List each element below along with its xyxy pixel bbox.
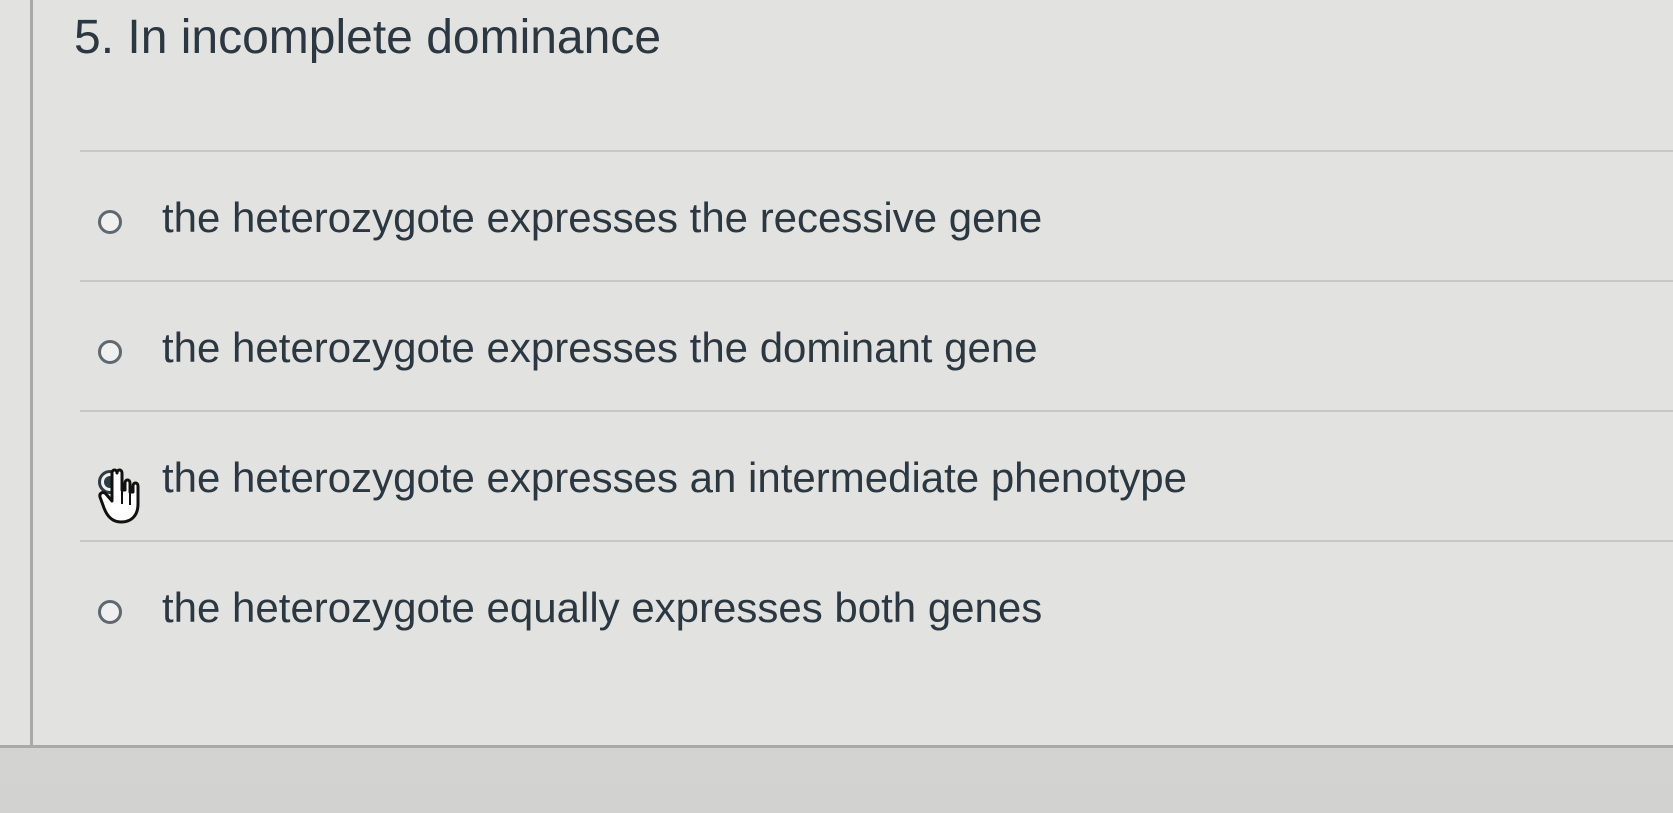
answer-label: the heterozygote equally expresses both … <box>162 584 1043 631</box>
question-card: 5. In incomplete dominance the heterozyg… <box>0 0 1673 748</box>
answer-label: the heterozygote expresses the dominant … <box>162 324 1038 371</box>
answer-option-recessive[interactable]: the heterozygote expresses the recessive… <box>80 150 1673 280</box>
radio-button-icon[interactable] <box>98 340 122 364</box>
answer-option-intermediate[interactable]: the heterozygote expresses an intermedia… <box>80 410 1673 540</box>
answer-option-dominant[interactable]: the heterozygote expresses the dominant … <box>80 280 1673 410</box>
question-left-border <box>30 0 33 748</box>
hand-pointer-icon <box>98 468 140 524</box>
radio-button-icon[interactable] <box>98 210 122 234</box>
radio-button-icon[interactable] <box>98 600 122 624</box>
question-title: 5. In incomplete dominance <box>74 11 662 64</box>
answer-label: the heterozygote expresses an intermedia… <box>162 454 1188 501</box>
answer-label: the heterozygote expresses the recessive… <box>162 194 1043 241</box>
quiz-page: 5. In incomplete dominance the heterozyg… <box>0 0 1673 813</box>
answer-options: the heterozygote expresses the recessive… <box>80 150 1673 670</box>
answer-option-both-genes[interactable]: the heterozygote equally expresses both … <box>80 540 1673 670</box>
